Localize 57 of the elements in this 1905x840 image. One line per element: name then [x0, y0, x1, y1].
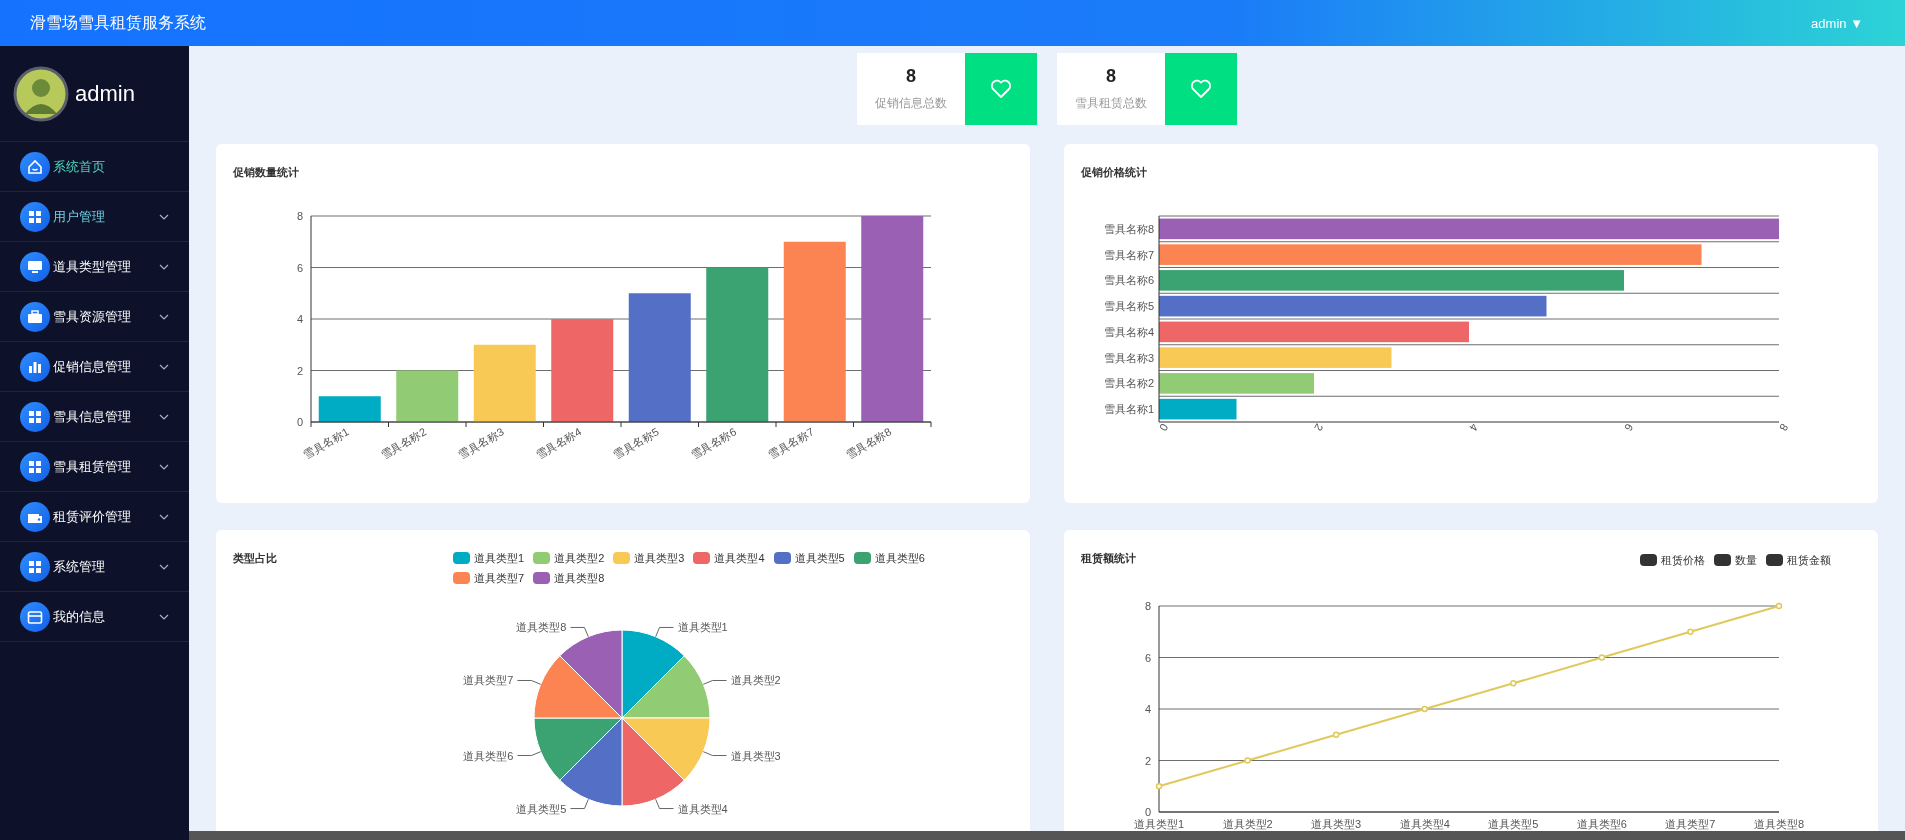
- slice-label: 道具类型7: [463, 674, 514, 687]
- axis-tick-label: 6: [1144, 651, 1151, 664]
- axis-category-label: 雪具名称2: [1103, 377, 1154, 390]
- chart-title: 租赁额统计: [1081, 551, 1136, 566]
- axis-category-label: 雪具名称1: [301, 425, 351, 461]
- stat-label: 雪具租赁总数: [1075, 95, 1147, 112]
- axis-category-label: 道具类型1: [1133, 818, 1185, 830]
- axis-category-label: 雪具名称6: [1103, 274, 1154, 287]
- axis-tick-label: 0: [1157, 421, 1171, 433]
- axis-category-label: 雪具名称8: [843, 425, 894, 461]
- axis-tick-label: 6: [296, 261, 303, 274]
- slice-label: 道具类型3: [730, 749, 781, 762]
- stat-value: 8: [1106, 66, 1116, 87]
- axis-category-label: 道具类型6: [1576, 818, 1627, 830]
- axis-tick-label: 4: [296, 313, 303, 325]
- axis-tick-label: 8: [296, 210, 303, 222]
- axis-category-label: 道具类型5: [1488, 818, 1539, 830]
- axis-category-label: 雪具名称2: [378, 425, 429, 461]
- user-name: admin: [75, 80, 135, 107]
- app-title: 滑雪场雪具租赁服务系统: [30, 12, 206, 33]
- axis-tick-label: 0: [296, 416, 303, 428]
- axis-tick-label: 2: [1312, 421, 1326, 433]
- axis-tick-label: 6: [1622, 421, 1636, 433]
- axis-category-label: 雪具名称5: [611, 425, 661, 461]
- axis-category-label: 雪具名称1: [1103, 403, 1154, 416]
- slice-label: 道具类型2: [730, 674, 781, 687]
- slice-label: 道具类型5: [516, 802, 567, 815]
- axis-category-label: 道具类型4: [1399, 818, 1450, 830]
- axis-category-label: 道具类型7: [1665, 818, 1716, 830]
- axis-tick-label: 8: [1777, 421, 1791, 433]
- axis-category-label: 道具类型2: [1222, 818, 1273, 830]
- chart-title: 促销价格统计: [1081, 165, 1147, 180]
- axis-tick-label: 4: [1467, 421, 1481, 433]
- axis-tick-label: 2: [1144, 754, 1151, 767]
- axis-category-label: 雪具名称4: [1103, 325, 1154, 338]
- axis-category-label: 道具类型3: [1311, 818, 1362, 830]
- slice-label: 道具类型8: [516, 621, 567, 634]
- axis-category-label: 雪具名称7: [766, 425, 816, 461]
- axis-category-label: 雪具名称7: [1103, 248, 1154, 261]
- stat-label: 促销信息总数: [875, 95, 947, 112]
- slice-label: 道具类型6: [463, 749, 514, 762]
- axis-tick-label: 4: [1144, 703, 1151, 715]
- axis-tick-label: 8: [1144, 600, 1151, 612]
- slice-label: 道具类型1: [677, 621, 728, 634]
- stat-value: 8: [906, 66, 916, 87]
- axis-category-label: 雪具名称8: [1103, 222, 1154, 235]
- axis-category-label: 雪具名称6: [688, 425, 739, 461]
- axis-category-label: 雪具名称5: [1103, 300, 1154, 313]
- axis-tick-label: 2: [296, 364, 303, 377]
- axis-category-label: 道具类型8: [1753, 818, 1805, 830]
- chart-title: 促销数量统计: [233, 165, 299, 180]
- chart-title: 类型占比: [233, 551, 278, 566]
- axis-tick-label: 0: [1144, 806, 1151, 818]
- slice-label: 道具类型4: [677, 802, 728, 815]
- axis-category-label: 雪具名称3: [1103, 351, 1154, 364]
- axis-category-label: 雪具名称4: [533, 425, 584, 461]
- axis-category-label: 雪具名称3: [456, 425, 506, 461]
